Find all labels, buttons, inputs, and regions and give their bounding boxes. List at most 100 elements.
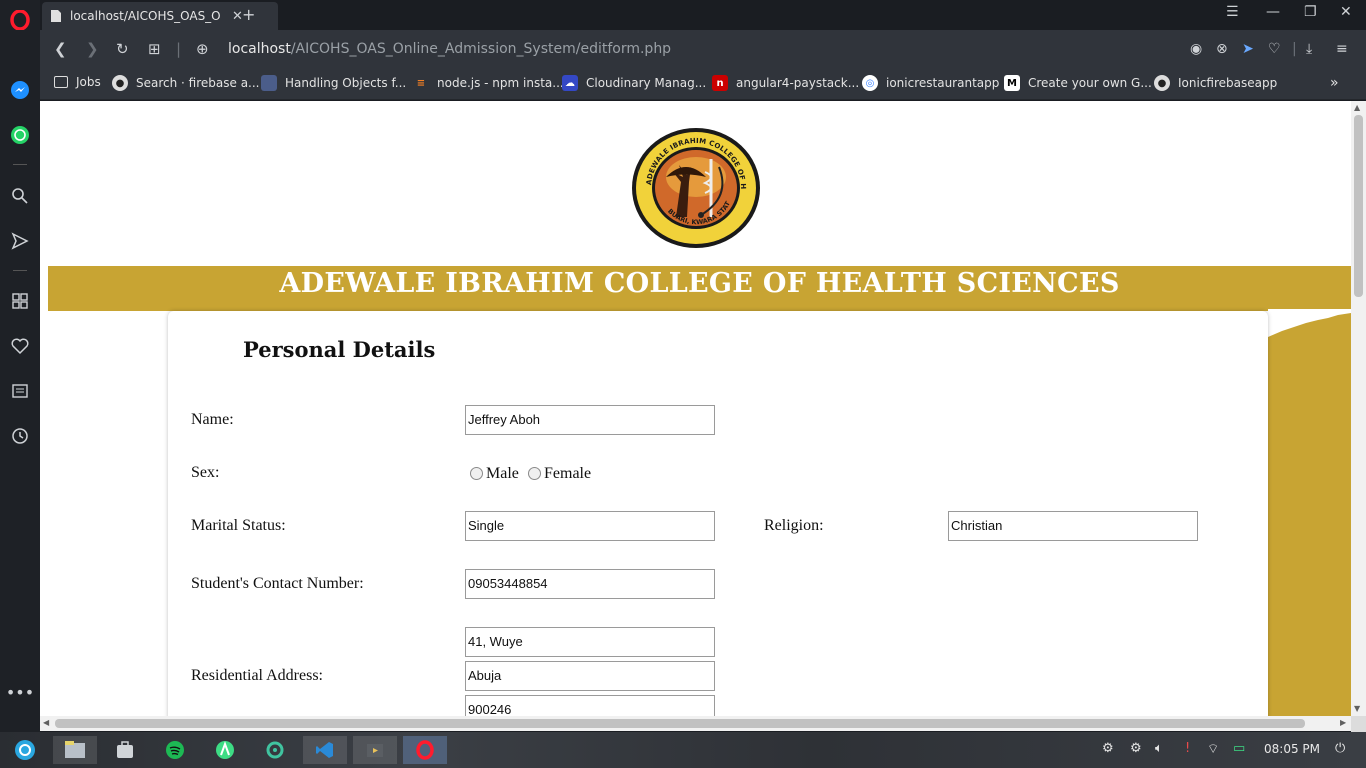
bookmark-create-your-own[interactable]: M Create your own G... [1004,75,1152,91]
address-line1-input[interactable]: 41, Wuye [465,627,715,657]
marital-status-label: Marital Status: [191,517,286,534]
sex-label: Sex: [191,464,220,481]
search-icon[interactable] [8,184,32,208]
horizontal-scroll-thumb[interactable] [55,719,1305,728]
camera-icon[interactable]: ◉ [1190,41,1202,57]
app-gear-icon[interactable] [253,736,297,764]
more-bookmarks-icon[interactable]: » [1330,75,1339,91]
history-clock-icon[interactable] [8,424,32,448]
sync-tray-icon[interactable]: ⚙ [1130,741,1142,756]
bookmark-label: Create your own G... [1028,76,1152,90]
bookmark-label: Ionicfirebaseapp [1178,76,1278,90]
bookmark-nodejs[interactable]: ≡ node.js - npm insta... [413,75,564,91]
minimize-icon[interactable]: — [1266,4,1280,20]
tab-strip: localhost/AICOHS_OAS_Or ✕ + ☰ — ❐ ✕ [40,0,1366,30]
volume-icon[interactable]: 🔈︎ [1155,741,1163,756]
torn-edge-decoration [1268,309,1351,337]
bookmark-github-search[interactable]: ● Search · firebase a... [112,75,260,91]
speed-dial-icon[interactable] [8,289,32,313]
contact-number-label: Student's Contact Number: [191,575,364,592]
marital-status-input[interactable]: Single [465,511,715,541]
power-icon[interactable]: ⏻ [1335,741,1345,756]
page-viewport: ADEWALE IBRAHIM COLLEGE OF HEALTH SCIENC… [40,101,1351,716]
back-icon[interactable]: ❮ [54,40,67,58]
bookmark-angular4-paystack[interactable]: n angular4-paystack... [712,75,859,91]
religion-label: Religion: [764,517,824,534]
battery-icon[interactable]: ▭ [1233,741,1245,756]
github-icon: ● [112,75,128,91]
bookmark-label: angular4-paystack... [736,76,860,90]
tab-menu-icon[interactable]: ☰ [1226,4,1239,20]
software-store-icon[interactable] [103,736,147,764]
residential-address-label: Residential Address: [191,667,323,684]
bookmark-cloudinary[interactable]: ☁ Cloudinary Manag... [562,75,706,91]
opera-sidebar: ••• [0,0,40,732]
opera-logo-icon[interactable] [8,8,32,32]
stackoverflow-icon: ≡ [416,77,426,89]
vertical-scroll-thumb[interactable] [1354,115,1363,297]
easy-setup-icon[interactable]: ≡ [1336,41,1348,57]
github-icon: ● [1154,75,1170,91]
vertical-scrollbar[interactable]: ▲ ▼ [1351,101,1366,716]
bookmark-handling-objects[interactable]: Handling Objects f... [261,75,406,91]
address-line2-input[interactable]: Abuja [465,661,715,691]
address-line3-input[interactable]: 900246 [465,695,715,716]
more-dots-icon[interactable]: ••• [6,680,34,704]
maximize-icon[interactable]: ❐ [1304,4,1317,20]
adblock-icon[interactable]: ⊗ [1216,41,1228,57]
globe-icon: ⊕ [196,40,209,58]
scroll-up-icon[interactable]: ▲ [1354,103,1360,112]
send-icon[interactable]: ➤ [1242,41,1254,57]
bookmark-heart-icon[interactable]: ♡ [1268,41,1281,57]
video-player-icon[interactable] [353,736,397,764]
religion-input[interactable]: Christian [948,511,1198,541]
close-window-icon[interactable]: ✕ [1340,4,1352,20]
cloudinary-icon: ☁ [562,75,578,91]
opera-taskbar-icon[interactable] [403,736,447,764]
scroll-down-icon[interactable]: ▼ [1354,704,1360,713]
heart-icon[interactable] [8,334,32,358]
reload-icon[interactable]: ↻ [116,40,129,58]
college-logo: ADEWALE IBRAHIM COLLEGE OF HEALTH SCIENC… [631,127,760,248]
wifi-icon[interactable]: ⌔ [1207,741,1219,757]
url-host: localhost [228,41,291,57]
whatsapp-icon[interactable] [8,123,32,147]
file-manager-icon[interactable] [53,736,97,764]
page-icon [51,10,61,22]
bookmark-ionicfirebaseapp[interactable]: ● Ionicfirebaseapp [1154,75,1277,91]
news-icon[interactable] [8,379,32,403]
sex-male-label: Male [486,465,519,482]
bookmark-label: ionicrestaurantapp [886,76,1000,90]
bookmark-ionicrestaurantapp[interactable]: ◎ ionicrestaurantapp [862,75,999,91]
download-icon[interactable]: ⤓ [1306,41,1312,57]
sex-female-radio[interactable] [528,467,541,480]
scroll-right-icon[interactable]: ▶ [1340,718,1346,727]
name-input[interactable]: Jeffrey Aboh [465,405,715,435]
scrollbar-corner [1351,716,1366,732]
flow-send-icon[interactable] [8,229,32,253]
new-tab-icon[interactable]: + [242,5,255,24]
tabs-grid-icon[interactable]: ⊞ [148,40,161,58]
scroll-left-icon[interactable]: ◀ [43,718,49,727]
bookmark-jobs[interactable]: Jobs [54,75,101,89]
college-name: ADEWALE IBRAHIM COLLEGE OF HEALTH SCIENC… [279,268,1120,299]
android-studio-icon[interactable] [203,736,247,764]
vscode-icon[interactable] [303,736,347,764]
forward-icon[interactable]: ❯ [86,40,99,58]
taskbar-clock[interactable]: 08:05 PM [1264,742,1320,756]
horizontal-scrollbar[interactable]: ◀ ▶ [40,716,1351,731]
address-bar: ❮ ❯ ↻ ⊞ | ⊕ localhost/AICOHS_OAS_Online_… [40,30,1366,68]
messenger-icon[interactable] [8,78,32,102]
sex-female-label: Female [544,465,592,482]
contact-number-input[interactable]: 09053448854 [465,569,715,599]
os-taskbar: ⚙ ⚙ 🔈︎ ! ⌔ ▭ 08:05 PM ⏻ [0,732,1366,768]
gold-side-panel [1268,311,1351,716]
alert-tray-icon[interactable]: ! [1185,741,1190,756]
dropbox-tray-icon[interactable]: ⚙ [1102,741,1114,756]
sex-male-radio[interactable] [470,467,483,480]
bookmark-label: Handling Objects f... [285,76,407,90]
start-menu-icon[interactable] [3,736,47,764]
bookmark-label: node.js - npm insta... [437,76,564,90]
url-field[interactable]: localhost/AICOHS_OAS_Online_Admission_Sy… [228,41,671,57]
spotify-icon[interactable] [153,736,197,764]
